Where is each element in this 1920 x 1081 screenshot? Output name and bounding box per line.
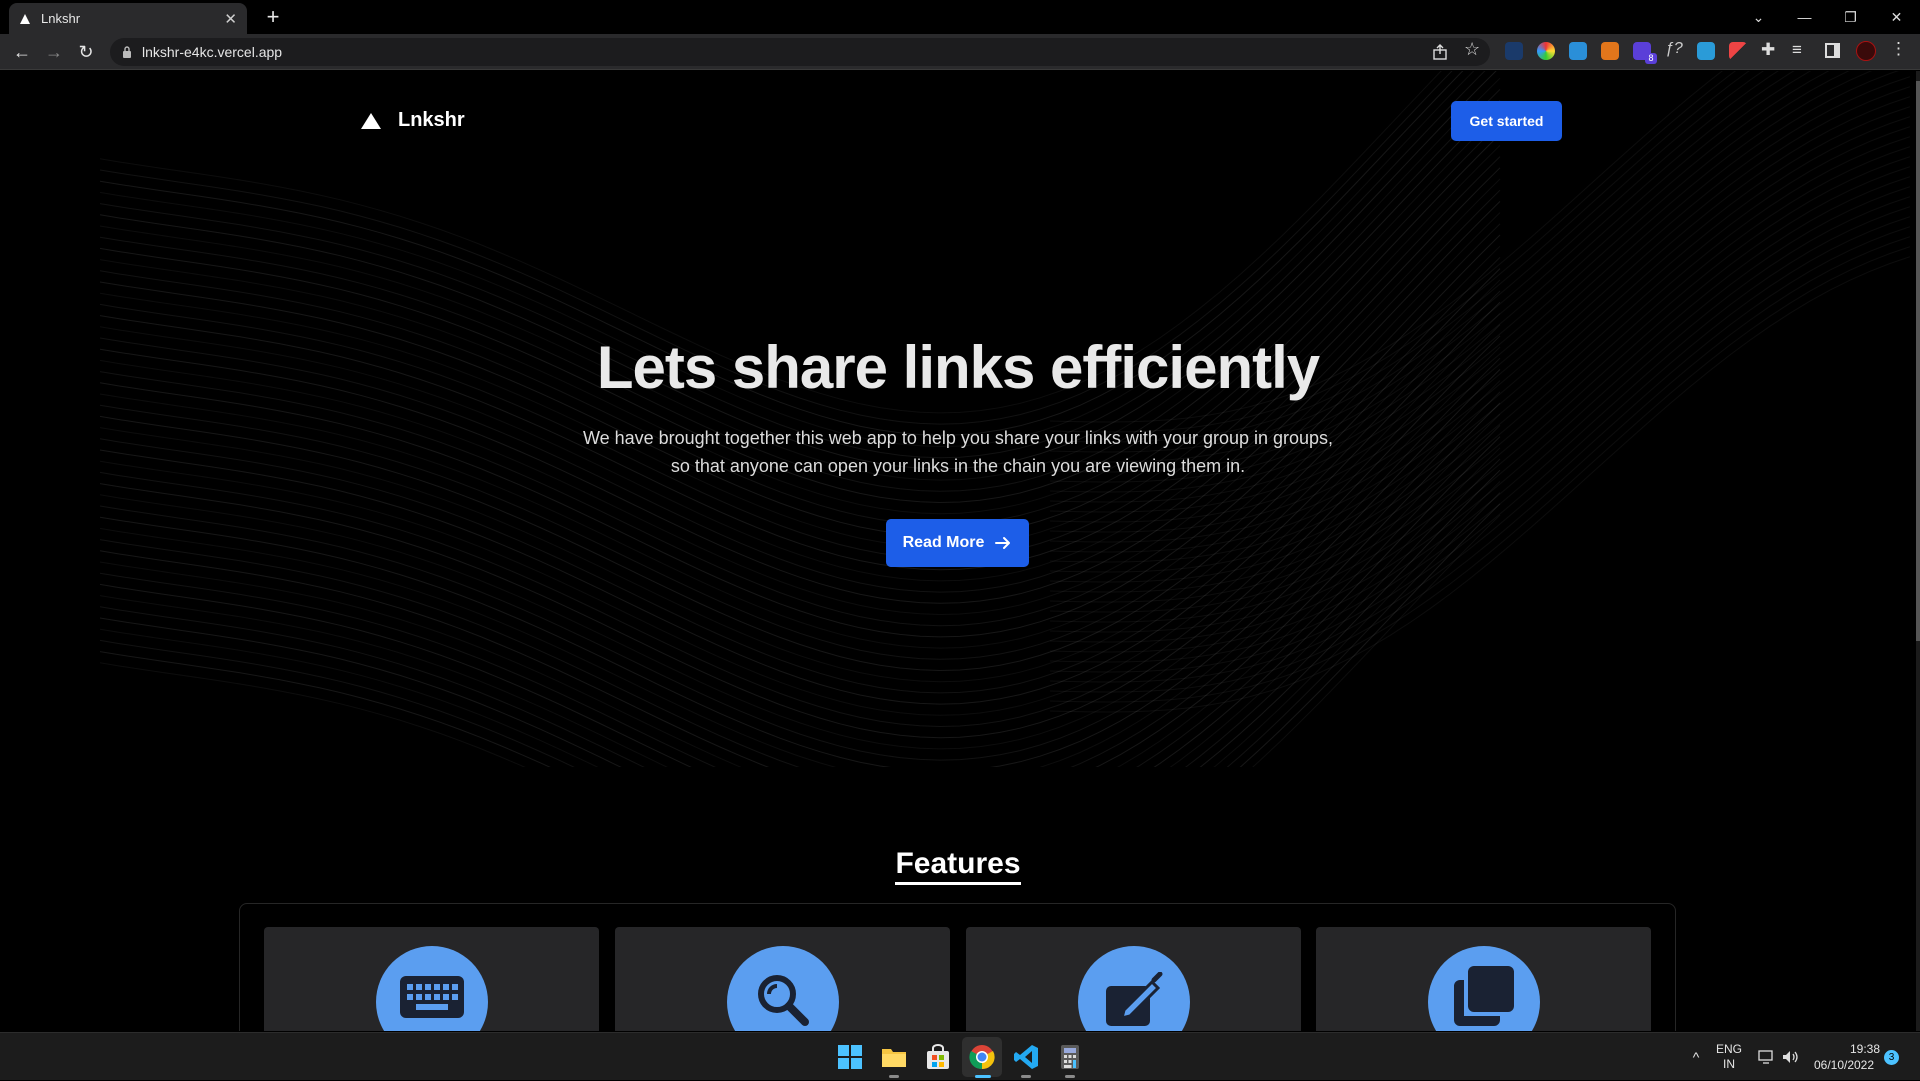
back-icon[interactable]: ← bbox=[10, 40, 34, 64]
extension-blue-icon[interactable] bbox=[1697, 42, 1715, 60]
reload-icon[interactable]: ↻ bbox=[74, 40, 98, 64]
clock-date: 06/10/2022 bbox=[1813, 1058, 1875, 1072]
volume-icon[interactable] bbox=[1782, 1049, 1800, 1065]
chrome-icon[interactable] bbox=[968, 1043, 996, 1071]
windows-start-icon[interactable] bbox=[836, 1043, 864, 1071]
network-icon[interactable] bbox=[1758, 1049, 1774, 1065]
lock-icon bbox=[123, 46, 131, 58]
web-page: Lnkshr Get started Lets share links effi… bbox=[0, 71, 1916, 1031]
extension-bing-icon[interactable] bbox=[1505, 42, 1523, 60]
feature-circle bbox=[1078, 946, 1190, 1031]
new-tab-button[interactable]: + bbox=[260, 4, 286, 30]
extension-metamask-icon[interactable] bbox=[1601, 42, 1619, 60]
taskbar: ^ ENG IN 19:38 06/10/2022 3 bbox=[0, 1032, 1920, 1080]
chrome-active-indicator bbox=[975, 1075, 991, 1078]
share-icon[interactable] bbox=[1432, 44, 1448, 60]
feature-circle bbox=[1428, 946, 1540, 1031]
feature-circle bbox=[376, 946, 488, 1031]
side-panel-icon[interactable] bbox=[1825, 43, 1840, 58]
extension-color-icon[interactable] bbox=[1537, 42, 1555, 60]
read-more-button[interactable]: Read More bbox=[886, 519, 1029, 567]
url-omnibox[interactable]: lnkshr-e4kc.vercel.app bbox=[110, 38, 1490, 66]
extension-badge: 8 bbox=[1645, 53, 1657, 64]
hero-subtext-line1: We have brought together this web app to… bbox=[582, 428, 1334, 448]
notification-badge[interactable]: 3 bbox=[1884, 1050, 1899, 1065]
restore-button[interactable]: ❐ bbox=[1828, 0, 1873, 34]
browser-tab[interactable]: Lnkshr ✕ bbox=[9, 3, 247, 34]
profile-avatar[interactable] bbox=[1856, 41, 1876, 61]
browser-tab-bar: Lnkshr ✕ + ⌄ — ❐ ✕ bbox=[0, 0, 1920, 34]
copy-icon bbox=[1454, 966, 1514, 1026]
calculator-running-indicator bbox=[1065, 1075, 1075, 1078]
bookmark-star-icon[interactable]: ☆ bbox=[1464, 39, 1480, 60]
url-text: lnkshr-e4kc.vercel.app bbox=[142, 44, 283, 60]
feature-card-edit[interactable] bbox=[966, 927, 1301, 1031]
hero-section: Lnkshr Get started Lets share links effi… bbox=[0, 71, 1916, 767]
arrow-right-icon bbox=[995, 537, 1011, 549]
feature-card-search[interactable] bbox=[615, 927, 950, 1031]
extension-formula-icon[interactable]: ƒ? bbox=[1665, 40, 1683, 58]
extension-red-icon[interactable] bbox=[1729, 42, 1747, 60]
feature-circle bbox=[727, 946, 839, 1031]
vscode-icon[interactable] bbox=[1012, 1043, 1040, 1071]
scrollbar-thumb[interactable] bbox=[1916, 81, 1920, 641]
get-started-button[interactable]: Get started bbox=[1451, 101, 1562, 141]
keyboard-icon bbox=[400, 976, 464, 1018]
hero-headline: Lets share links efficiently bbox=[596, 334, 1320, 401]
feature-card-copy[interactable] bbox=[1316, 927, 1651, 1031]
hero-subtext-line2: so that anyone can open your links in th… bbox=[670, 456, 1246, 476]
browser-menu-icon[interactable]: ⋮ bbox=[1890, 39, 1907, 59]
feature-card-keyboard[interactable] bbox=[264, 927, 599, 1031]
microsoft-store-icon[interactable] bbox=[924, 1043, 952, 1071]
brand-name: Lnkshr bbox=[398, 109, 465, 131]
file-explorer-icon[interactable] bbox=[880, 1043, 908, 1071]
page-scrollbar[interactable] bbox=[1916, 71, 1920, 1031]
features-heading: Features bbox=[0, 847, 1916, 885]
brand-logo-icon bbox=[361, 112, 381, 129]
wave-lines-background bbox=[99, 71, 1911, 767]
reading-list-icon[interactable]: ≡ bbox=[1792, 40, 1802, 60]
calculator-icon[interactable] bbox=[1056, 1043, 1084, 1071]
tab-close-icon[interactable]: ✕ bbox=[224, 10, 237, 28]
site-brand[interactable]: Lnkshr bbox=[360, 109, 465, 132]
hero-subtext: We have brought together this web app to… bbox=[558, 424, 1358, 480]
minimize-button[interactable]: — bbox=[1782, 0, 1827, 34]
forward-icon[interactable]: → bbox=[42, 40, 66, 64]
tab-favicon-icon bbox=[20, 13, 30, 24]
vscode-running-indicator bbox=[1021, 1075, 1031, 1078]
extension-screenshot-icon[interactable] bbox=[1569, 42, 1587, 60]
tray-chevron-up-icon[interactable]: ^ bbox=[1686, 1033, 1706, 1081]
clock[interactable]: 19:38 06/10/2022 bbox=[1808, 1033, 1880, 1081]
tab-search-icon[interactable]: ⌄ bbox=[1736, 0, 1781, 34]
features-title: Features bbox=[895, 847, 1021, 885]
language-indicator[interactable]: ENG IN bbox=[1712, 1033, 1746, 1081]
explorer-running-indicator bbox=[889, 1075, 899, 1078]
search-icon bbox=[758, 975, 809, 1026]
language-line2: IN bbox=[1723, 1057, 1735, 1071]
language-line1: ENG bbox=[1715, 1042, 1742, 1056]
extensions-puzzle-icon[interactable]: ✚ bbox=[1761, 40, 1775, 60]
address-bar-row: ← → ↻ lnkshr-e4kc.vercel.app ☆ 8 ƒ? ✚ ≡ … bbox=[0, 34, 1920, 70]
tab-title: Lnkshr bbox=[41, 11, 81, 26]
close-window-button[interactable]: ✕ bbox=[1874, 0, 1919, 34]
clock-time: 19:38 bbox=[1849, 1042, 1880, 1056]
read-more-label: Read More bbox=[902, 534, 985, 551]
edit-icon bbox=[1106, 972, 1163, 1026]
